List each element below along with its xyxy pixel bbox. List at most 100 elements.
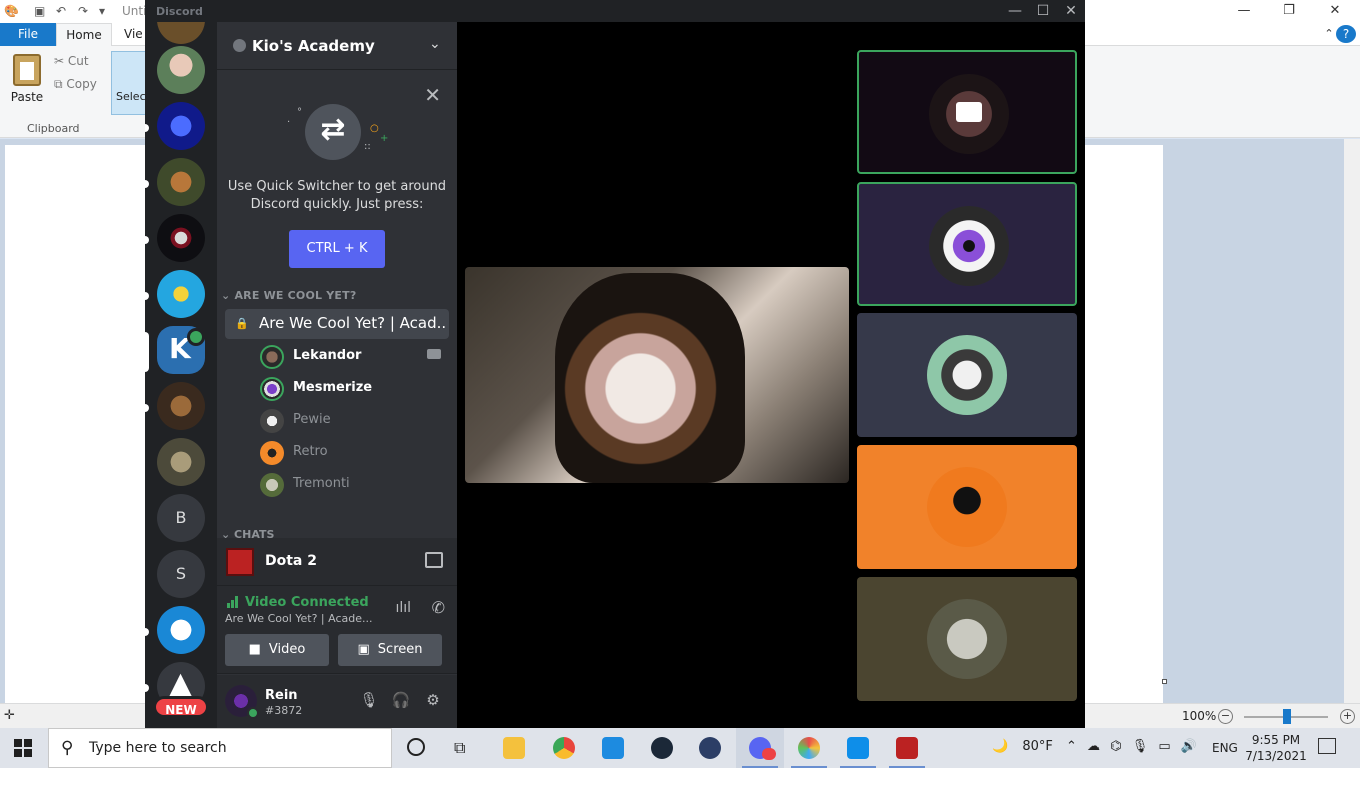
zoom-slider-thumb[interactable] xyxy=(1283,709,1291,724)
paint-restore-button[interactable]: ❐ xyxy=(1274,2,1304,20)
canvas-resize-handle[interactable] xyxy=(1162,679,1167,684)
avatar xyxy=(260,441,284,465)
weather-widget[interactable]: 🌙 80°F xyxy=(992,739,1053,754)
save-icon[interactable]: ▣ xyxy=(34,4,45,18)
server-icon[interactable] xyxy=(157,382,205,430)
server-icon[interactable] xyxy=(157,606,205,654)
paint-window-title: Unti xyxy=(122,4,147,18)
server-icon[interactable] xyxy=(157,46,205,94)
teamviewer-app[interactable] xyxy=(834,728,882,768)
clock-date: 7/13/2021 xyxy=(1245,749,1307,763)
microphone-icon[interactable]: 🎙 xyxy=(359,691,379,711)
gear-icon[interactable]: ⚙ xyxy=(423,691,443,711)
quick-access-dropdown-icon[interactable]: ▾ xyxy=(99,4,105,18)
discord-close-button[interactable]: ✕ xyxy=(1057,1,1085,21)
server-icon-s[interactable]: S xyxy=(157,550,205,598)
voice-member[interactable]: Mesmerize xyxy=(257,375,447,403)
participant-tile-mesmerize[interactable] xyxy=(857,182,1077,306)
chevron-up-icon[interactable]: ⌃ xyxy=(1066,739,1077,754)
server-icon[interactable] xyxy=(157,438,205,486)
quick-switcher-text: Use Quick Switcher to get around Discord… xyxy=(227,179,447,212)
server-icon[interactable] xyxy=(157,22,205,44)
microphone-icon[interactable]: 🎙 xyxy=(1132,739,1149,754)
select-button[interactable]: Select xyxy=(111,51,150,115)
server-icon[interactable] xyxy=(157,102,205,150)
paint-minimize-button[interactable]: — xyxy=(1229,2,1259,20)
vscode-app[interactable] xyxy=(589,728,637,768)
category-header-chats[interactable]: ⌄ CHATS xyxy=(221,528,274,538)
task-view-button[interactable]: ⧉ xyxy=(440,728,488,768)
notification-center-icon[interactable] xyxy=(1318,738,1336,754)
server-icon-b[interactable]: B xyxy=(157,494,205,542)
disconnect-icon[interactable]: ✆ xyxy=(432,598,445,617)
screen-share-button[interactable]: ▣ Screen xyxy=(338,634,442,666)
undo-icon[interactable]: ↶ xyxy=(56,4,66,18)
display-icon[interactable]: ▭ xyxy=(1158,739,1170,754)
voice-member[interactable]: Lekandor xyxy=(257,343,447,371)
chrome-app[interactable] xyxy=(540,728,588,768)
paste-button[interactable]: Paste xyxy=(8,54,46,104)
file-explorer-app[interactable] xyxy=(490,728,538,768)
avatar xyxy=(260,377,284,401)
category-header[interactable]: ⌄ ARE WE COOL YET? xyxy=(221,289,356,302)
participant-tile-tremonti[interactable] xyxy=(857,577,1077,701)
tab-home[interactable]: Home xyxy=(56,23,112,47)
signal-strength-icon[interactable] xyxy=(227,596,241,608)
focused-video-stream[interactable] xyxy=(465,267,849,483)
headset-app[interactable] xyxy=(686,728,734,768)
avatar xyxy=(260,409,284,433)
quick-switcher-shortcut-button[interactable]: CTRL + K xyxy=(289,230,385,268)
go-live-icon[interactable] xyxy=(425,552,443,568)
user-panel: Rein #3872 🎙 🎧 ⚙ xyxy=(217,675,457,728)
tab-view[interactable]: Vie xyxy=(124,27,143,41)
discord-titlebar: Discord — ☐ ✕ xyxy=(145,0,1085,22)
taskbar-search-box[interactable]: ⚲ Type here to search xyxy=(48,728,392,768)
volume-icon[interactable]: 🔊 xyxy=(1181,739,1197,754)
moon-icon: 🌙 xyxy=(992,739,1009,754)
avatar xyxy=(929,206,1009,286)
participant-tile-pewie[interactable] xyxy=(857,313,1077,437)
voice-connection-panel: Video Connected Are We Cool Yet? | Acade… xyxy=(217,586,457,674)
help-icon[interactable]: ? xyxy=(1336,25,1356,43)
discord-app[interactable] xyxy=(736,728,784,768)
noise-suppression-icon[interactable]: ılıl xyxy=(395,600,411,616)
server-header[interactable]: Kio's Academy ⌄ xyxy=(217,22,457,70)
paint-app[interactable] xyxy=(785,728,833,768)
zoom-out-button[interactable]: − xyxy=(1218,709,1233,724)
connected-channel-name[interactable]: Are We Cool Yet? | Acade... xyxy=(225,612,373,625)
clock[interactable]: 9:55 PM 7/13/2021 xyxy=(1244,732,1308,764)
network-icon[interactable]: ⌬ xyxy=(1110,739,1121,754)
cloud-icon[interactable]: ☁ xyxy=(1087,739,1100,754)
participant-tile-retro[interactable] xyxy=(857,445,1077,569)
voice-channel[interactable]: 🔒 Are We Cool Yet? | Acad... xyxy=(225,309,449,339)
participant-tile-lekandor[interactable] xyxy=(857,50,1077,174)
redo-icon[interactable]: ↷ xyxy=(78,4,88,18)
discord-minimize-button[interactable]: — xyxy=(1001,1,1029,21)
voice-member[interactable]: Retro xyxy=(257,439,447,467)
zoom-in-button[interactable]: + xyxy=(1340,709,1355,724)
copy-button[interactable]: ⧉ Copy xyxy=(54,77,97,92)
cat-video-frame xyxy=(555,273,745,483)
discord-maximize-button[interactable]: ☐ xyxy=(1029,1,1057,21)
system-tray[interactable]: ⌃ ☁ ⌬ 🎙 ▭ 🔊 xyxy=(1066,739,1197,754)
paint-vertical-scrollbar[interactable] xyxy=(1344,139,1360,703)
connection-status[interactable]: Video Connected xyxy=(245,595,369,610)
cortana-button[interactable] xyxy=(392,728,440,768)
headphones-icon[interactable]: 🎧 xyxy=(391,691,411,711)
voice-member[interactable]: Tremonti xyxy=(257,471,447,499)
paint-close-button[interactable]: ✕ xyxy=(1320,2,1350,20)
user-discriminator: #3872 xyxy=(265,704,303,717)
server-icon[interactable] xyxy=(157,214,205,262)
steam-app[interactable] xyxy=(638,728,686,768)
close-icon[interactable]: ✕ xyxy=(424,83,441,107)
windows-start-button[interactable] xyxy=(14,739,32,757)
server-icon[interactable] xyxy=(157,158,205,206)
tab-file[interactable]: File xyxy=(0,23,56,46)
server-icon[interactable] xyxy=(157,270,205,318)
language-indicator[interactable]: ENG xyxy=(1212,741,1238,755)
video-button[interactable]: ■ Video xyxy=(225,634,329,666)
dota-2-app[interactable] xyxy=(883,728,931,768)
username[interactable]: Rein xyxy=(265,688,298,703)
cut-button[interactable]: ✂ Cut xyxy=(54,54,89,68)
voice-member[interactable]: Pewie xyxy=(257,407,447,435)
